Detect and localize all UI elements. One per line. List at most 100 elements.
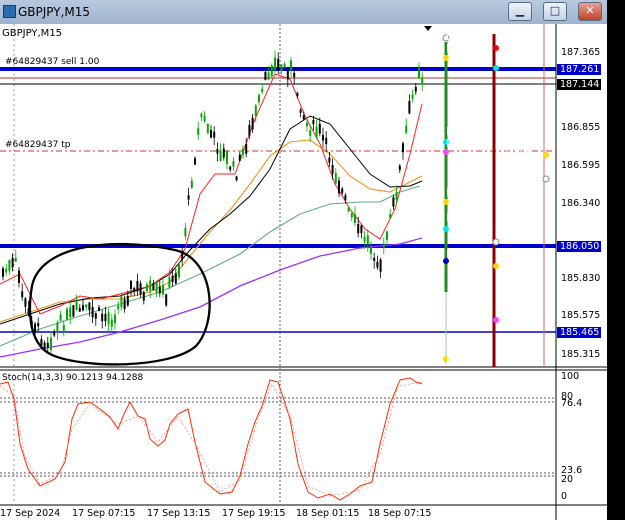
price-tick: 185.830: [561, 273, 601, 284]
candle-body: [101, 313, 104, 322]
candle-body: [421, 77, 424, 84]
price-box-blue: 187.261: [557, 64, 601, 75]
chart-window-icon: [3, 5, 16, 18]
candle-body: [2, 268, 4, 277]
order-tp-label: #64829437 tp: [5, 140, 71, 150]
window-title: GBPJPY,M15: [18, 5, 91, 19]
candle-body: [405, 125, 408, 133]
candle-body: [200, 113, 203, 118]
candle-body: [24, 298, 27, 307]
candle-body: [165, 294, 168, 306]
candle-body: [363, 236, 366, 242]
candle-body: [56, 322, 59, 333]
candle-body: [171, 275, 174, 282]
maximize-button[interactable]: □: [543, 2, 567, 21]
pivot-label: WR1: [495, 34, 520, 46]
candle-body: [85, 304, 88, 308]
candle-body: [50, 337, 52, 351]
candle-body: [315, 126, 318, 138]
pivot-label: DPivot: [446, 138, 480, 150]
pivot-label: DOpen: [446, 43, 483, 55]
candle-body: [283, 63, 286, 68]
stoch-tick: 20: [561, 474, 574, 485]
symbol-label: GBPJPY,M15: [2, 28, 63, 39]
close-button[interactable]: ✕: [578, 2, 602, 21]
candle-body: [395, 191, 398, 201]
candle-body: [174, 273, 177, 284]
stoch-signal-line: [0, 381, 423, 497]
candle-body: [98, 307, 100, 312]
candle-body: [251, 117, 254, 130]
pivot-label: WH4: [495, 54, 520, 66]
chart-canvas[interactable]: [0, 24, 607, 520]
price-box-blue: 186.050: [557, 241, 601, 252]
candle-body: [392, 197, 395, 207]
candle-body: [149, 280, 152, 291]
candle-body: [402, 143, 404, 153]
candle-body: [197, 128, 200, 135]
candle-body: [94, 313, 97, 319]
candle-body: [366, 235, 369, 245]
pivot-label: DL3: [446, 126, 467, 138]
candle-body: [226, 151, 228, 164]
price-tick: 186.855: [561, 122, 601, 133]
candle-body: [389, 214, 392, 219]
candle-body: [34, 323, 36, 334]
pivot-label: WMid: [495, 252, 525, 264]
candle-body: [114, 314, 116, 324]
time-tick: 17 Sep 2024: [0, 508, 61, 519]
pivot-label: DS1: [446, 248, 468, 260]
candle-body: [66, 308, 68, 320]
candle-body: [82, 304, 84, 311]
candle-body: [322, 135, 324, 141]
price-box-blue: 185.465: [557, 327, 601, 338]
candle-body: [350, 213, 353, 218]
candle-body: [318, 123, 321, 134]
candle-body: [21, 291, 24, 298]
candle-body: [242, 148, 244, 155]
stoch-label: Stoch(14,3,3) 90.1213 94.1288: [2, 373, 144, 383]
candle-body: [136, 280, 139, 292]
candle-body: [46, 342, 49, 348]
candle-body: [78, 308, 81, 312]
pivot-label: WR1: [495, 229, 520, 241]
stoch-tick: 100: [561, 371, 580, 382]
candle-body: [5, 268, 8, 273]
candle-body: [232, 161, 235, 167]
candle-body: [280, 64, 283, 72]
candle-body: [325, 137, 328, 144]
ma-purple: [0, 237, 423, 358]
candle-body: [11, 257, 14, 268]
candle-body: [357, 223, 360, 234]
candle-body: [338, 180, 340, 194]
chart-window[interactable]: GBPJPY,M15 #64829437 sell 1.00 #64829437…: [0, 24, 607, 520]
candle-body: [258, 94, 260, 103]
ma-red: [0, 73, 423, 315]
candle-body: [117, 305, 120, 310]
minimize-button[interactable]: ▁: [508, 2, 532, 21]
candle-body: [248, 124, 251, 136]
candle-body: [107, 312, 110, 325]
candle-body: [75, 301, 78, 310]
candle-body: [267, 72, 270, 80]
candle-body: [414, 86, 417, 92]
candle-body: [344, 195, 347, 200]
candle-body: [408, 100, 411, 114]
ma-green: [0, 185, 421, 347]
candle-body: [254, 105, 257, 117]
candle-body: [398, 165, 401, 170]
candle-body: [62, 324, 65, 333]
candle-body: [296, 93, 299, 97]
candle-body: [187, 195, 190, 200]
candle-body: [72, 305, 75, 317]
candle-body: [146, 284, 148, 292]
candle-body: [354, 213, 356, 223]
candle-body: [91, 306, 94, 318]
price-box-current: 187.144: [557, 79, 601, 90]
candle-body: [293, 72, 296, 78]
candle-body: [8, 259, 11, 271]
candle-body: [219, 150, 222, 162]
candle-body: [40, 339, 43, 346]
shift-marker[interactable]: [424, 26, 432, 31]
candle-body: [341, 188, 344, 194]
